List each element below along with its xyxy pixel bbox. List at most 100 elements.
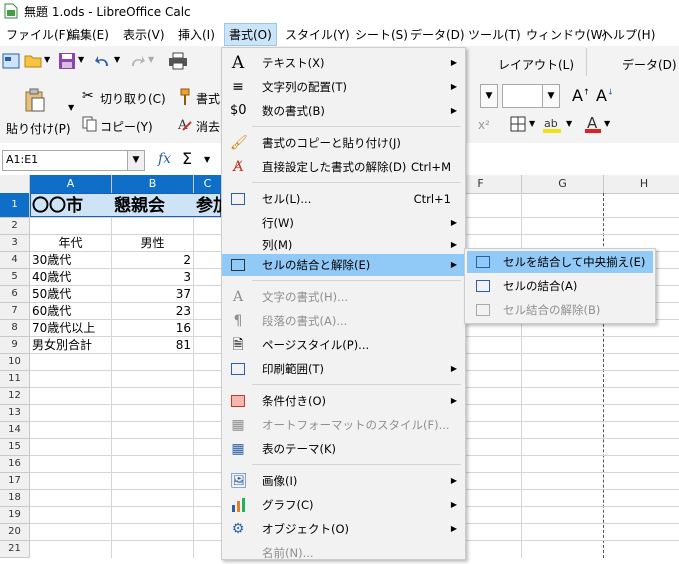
cut-label[interactable]: 切り取り(C) [100,90,166,107]
menu-item-columns[interactable]: 列(M) ▶ [222,234,465,256]
grow-font-icon[interactable]: A↑ [572,86,590,105]
row-header-20[interactable]: 20 [0,524,30,541]
cell-b8[interactable]: 16 [112,320,191,336]
cell-b1[interactable]: 懇親会 [114,196,165,216]
shrink-font-icon[interactable]: A↓ [596,86,614,105]
row-header-2[interactable]: 2 [0,218,30,235]
superscript-icon[interactable]: x² [478,118,490,132]
menu-item-character[interactable]: A 文字の書式(H)... [222,286,465,308]
font-color-icon[interactable]: A [584,114,602,134]
row-header-4[interactable]: 4 [0,252,30,269]
highlight-color-icon[interactable]: ab [542,114,564,134]
menu-item-page-style[interactable]: 🗎 ページスタイル(P)... [222,334,465,356]
column-header-h[interactable]: H [604,175,679,193]
menu-tools[interactable]: ツール(T) [468,26,521,43]
cell-a5[interactable]: 40歳代 [32,269,71,285]
paste-dropdown-icon[interactable]: ▼ [68,103,74,112]
row-header-15[interactable]: 15 [0,439,30,456]
menu-item-text[interactable]: A テキスト(X) ▶ [222,52,465,74]
menu-item-autoformat[interactable]: ▦ オートフォーマットのスタイル(F)... [222,414,465,436]
cut-icon[interactable]: ✂ [82,88,94,104]
row-header-14[interactable]: 14 [0,422,30,439]
sum-dropdown-icon[interactable]: ▼ [204,155,210,164]
cell-a8[interactable]: 70歳代以上 [32,320,95,336]
redo-icon[interactable] [128,53,146,69]
open-dropdown-icon[interactable]: ▼ [44,55,50,64]
row-header-7[interactable]: 7 [0,303,30,320]
clone-formatting-label[interactable]: 書式 [196,90,220,107]
cell-b3[interactable]: 男性 [112,235,193,251]
menu-sheet[interactable]: シート(S) [355,26,408,43]
column-header-b[interactable]: B [112,175,194,193]
cell-b7[interactable]: 23 [112,303,191,319]
menu-item-merge-cells[interactable]: セルの結合(A) [467,275,653,297]
row-header-8[interactable]: 8 [0,320,30,337]
column-header-c[interactable]: C [194,175,222,193]
cell-c1[interactable]: 参加 [196,196,221,216]
cell-a6[interactable]: 50歳代 [32,286,71,302]
row-header-18[interactable]: 18 [0,490,30,507]
menu-item-theme[interactable]: ▦ 表のテーマ(K) [222,438,465,460]
row-header-16[interactable]: 16 [0,456,30,473]
menu-item-rows[interactable]: 行(W) ▶ [222,212,465,234]
row-header-10[interactable]: 10 [0,354,30,371]
font-size-dropdown-icon[interactable]: ▼ [542,85,559,107]
menu-item-cells[interactable]: セル(L)... Ctrl+1 [222,188,465,210]
copy-label[interactable]: コピー(Y) [100,118,153,135]
borders-icon[interactable] [510,116,526,132]
menu-styles[interactable]: スタイル(Y) [285,26,350,43]
clone-formatting-icon[interactable] [178,88,192,106]
row-header-1[interactable]: 1 [0,193,30,218]
row-header-17[interactable]: 17 [0,473,30,490]
menu-item-clone-formatting[interactable]: 🖌 書式のコピーと貼り付け(J) [222,132,465,154]
open-folder-icon[interactable] [24,52,44,70]
menu-item-image[interactable]: 🖼 画像(I) ▶ [222,470,465,492]
menu-item-number-format[interactable]: $0 数の書式(B) ▶ [222,100,465,122]
menu-item-merge-unmerge[interactable]: セルの結合と解除(E) ▶ [222,254,465,276]
sum-icon[interactable]: Σ [182,149,192,168]
cell-a9[interactable]: 男女別合計 [32,337,92,353]
name-box[interactable]: A1:E1 ▼ [2,150,145,171]
column-header-a[interactable]: A [30,175,112,193]
menu-item-conditional[interactable]: 条件付き(O) ▶ [222,390,465,412]
menu-item-print-range[interactable]: 印刷範囲(T) ▶ [222,358,465,380]
cell-a4[interactable]: 30歳代 [32,252,71,268]
function-wizard-icon[interactable]: fx [158,151,171,167]
borders-dropdown-icon[interactable]: ▼ [529,119,535,128]
menu-data[interactable]: データ(D) [410,26,465,43]
tab-data[interactable]: データ(D) [622,56,677,73]
menu-item-name[interactable]: 名前(N)... [222,542,465,564]
save-dropdown-icon[interactable]: ▼ [78,55,84,64]
menu-edit[interactable]: 編集(E) [68,26,109,43]
clear-formatting-icon[interactable]: A [177,116,193,132]
menu-item-clear-direct-formatting[interactable]: A̸ 直接設定した書式の解除(D) Ctrl+M [222,156,465,178]
name-box-dropdown-icon[interactable]: ▼ [127,151,144,170]
column-header-g[interactable]: G [522,175,604,193]
font-name-dropdown[interactable]: ▼ [480,84,498,108]
menu-view[interactable]: 表示(V) [123,26,165,43]
menu-item-align[interactable]: ≡ 文字列の配置(T) ▶ [222,76,465,98]
undo-icon[interactable] [94,53,112,69]
cell-a7[interactable]: 60歳代 [32,303,71,319]
row-header-12[interactable]: 12 [0,388,30,405]
cell-a3[interactable]: 年代 [30,235,111,251]
redo-dropdown-icon[interactable]: ▼ [148,55,154,64]
row-header-6[interactable]: 6 [0,286,30,303]
menu-item-object[interactable]: ⚙ オブジェクト(O) ▶ [222,518,465,540]
paste-label[interactable]: 貼り付け(P) [6,120,71,137]
cell-b9[interactable]: 81 [112,337,191,353]
cell-b5[interactable]: 3 [112,269,191,285]
tab-layout[interactable]: レイアウト(L) [498,56,574,73]
cell-b6[interactable]: 37 [112,286,191,302]
menu-item-unmerge-cells[interactable]: セル結合の解除(B) [467,299,653,321]
cell-b4[interactable]: 2 [112,252,191,268]
highlight-dropdown-icon[interactable]: ▼ [566,119,572,128]
menu-file[interactable]: ファイル(F) [6,26,70,43]
font-size-field[interactable]: ▼ [502,84,560,108]
row-header-11[interactable]: 11 [0,371,30,388]
row-header-5[interactable]: 5 [0,269,30,286]
menu-item-paragraph[interactable]: ¶ 段落の書式(A)... [222,310,465,332]
font-color-dropdown-icon[interactable]: ▼ [604,119,610,128]
menu-window[interactable]: ウィンドウ(W) [526,26,607,43]
paste-icon[interactable] [24,88,46,112]
